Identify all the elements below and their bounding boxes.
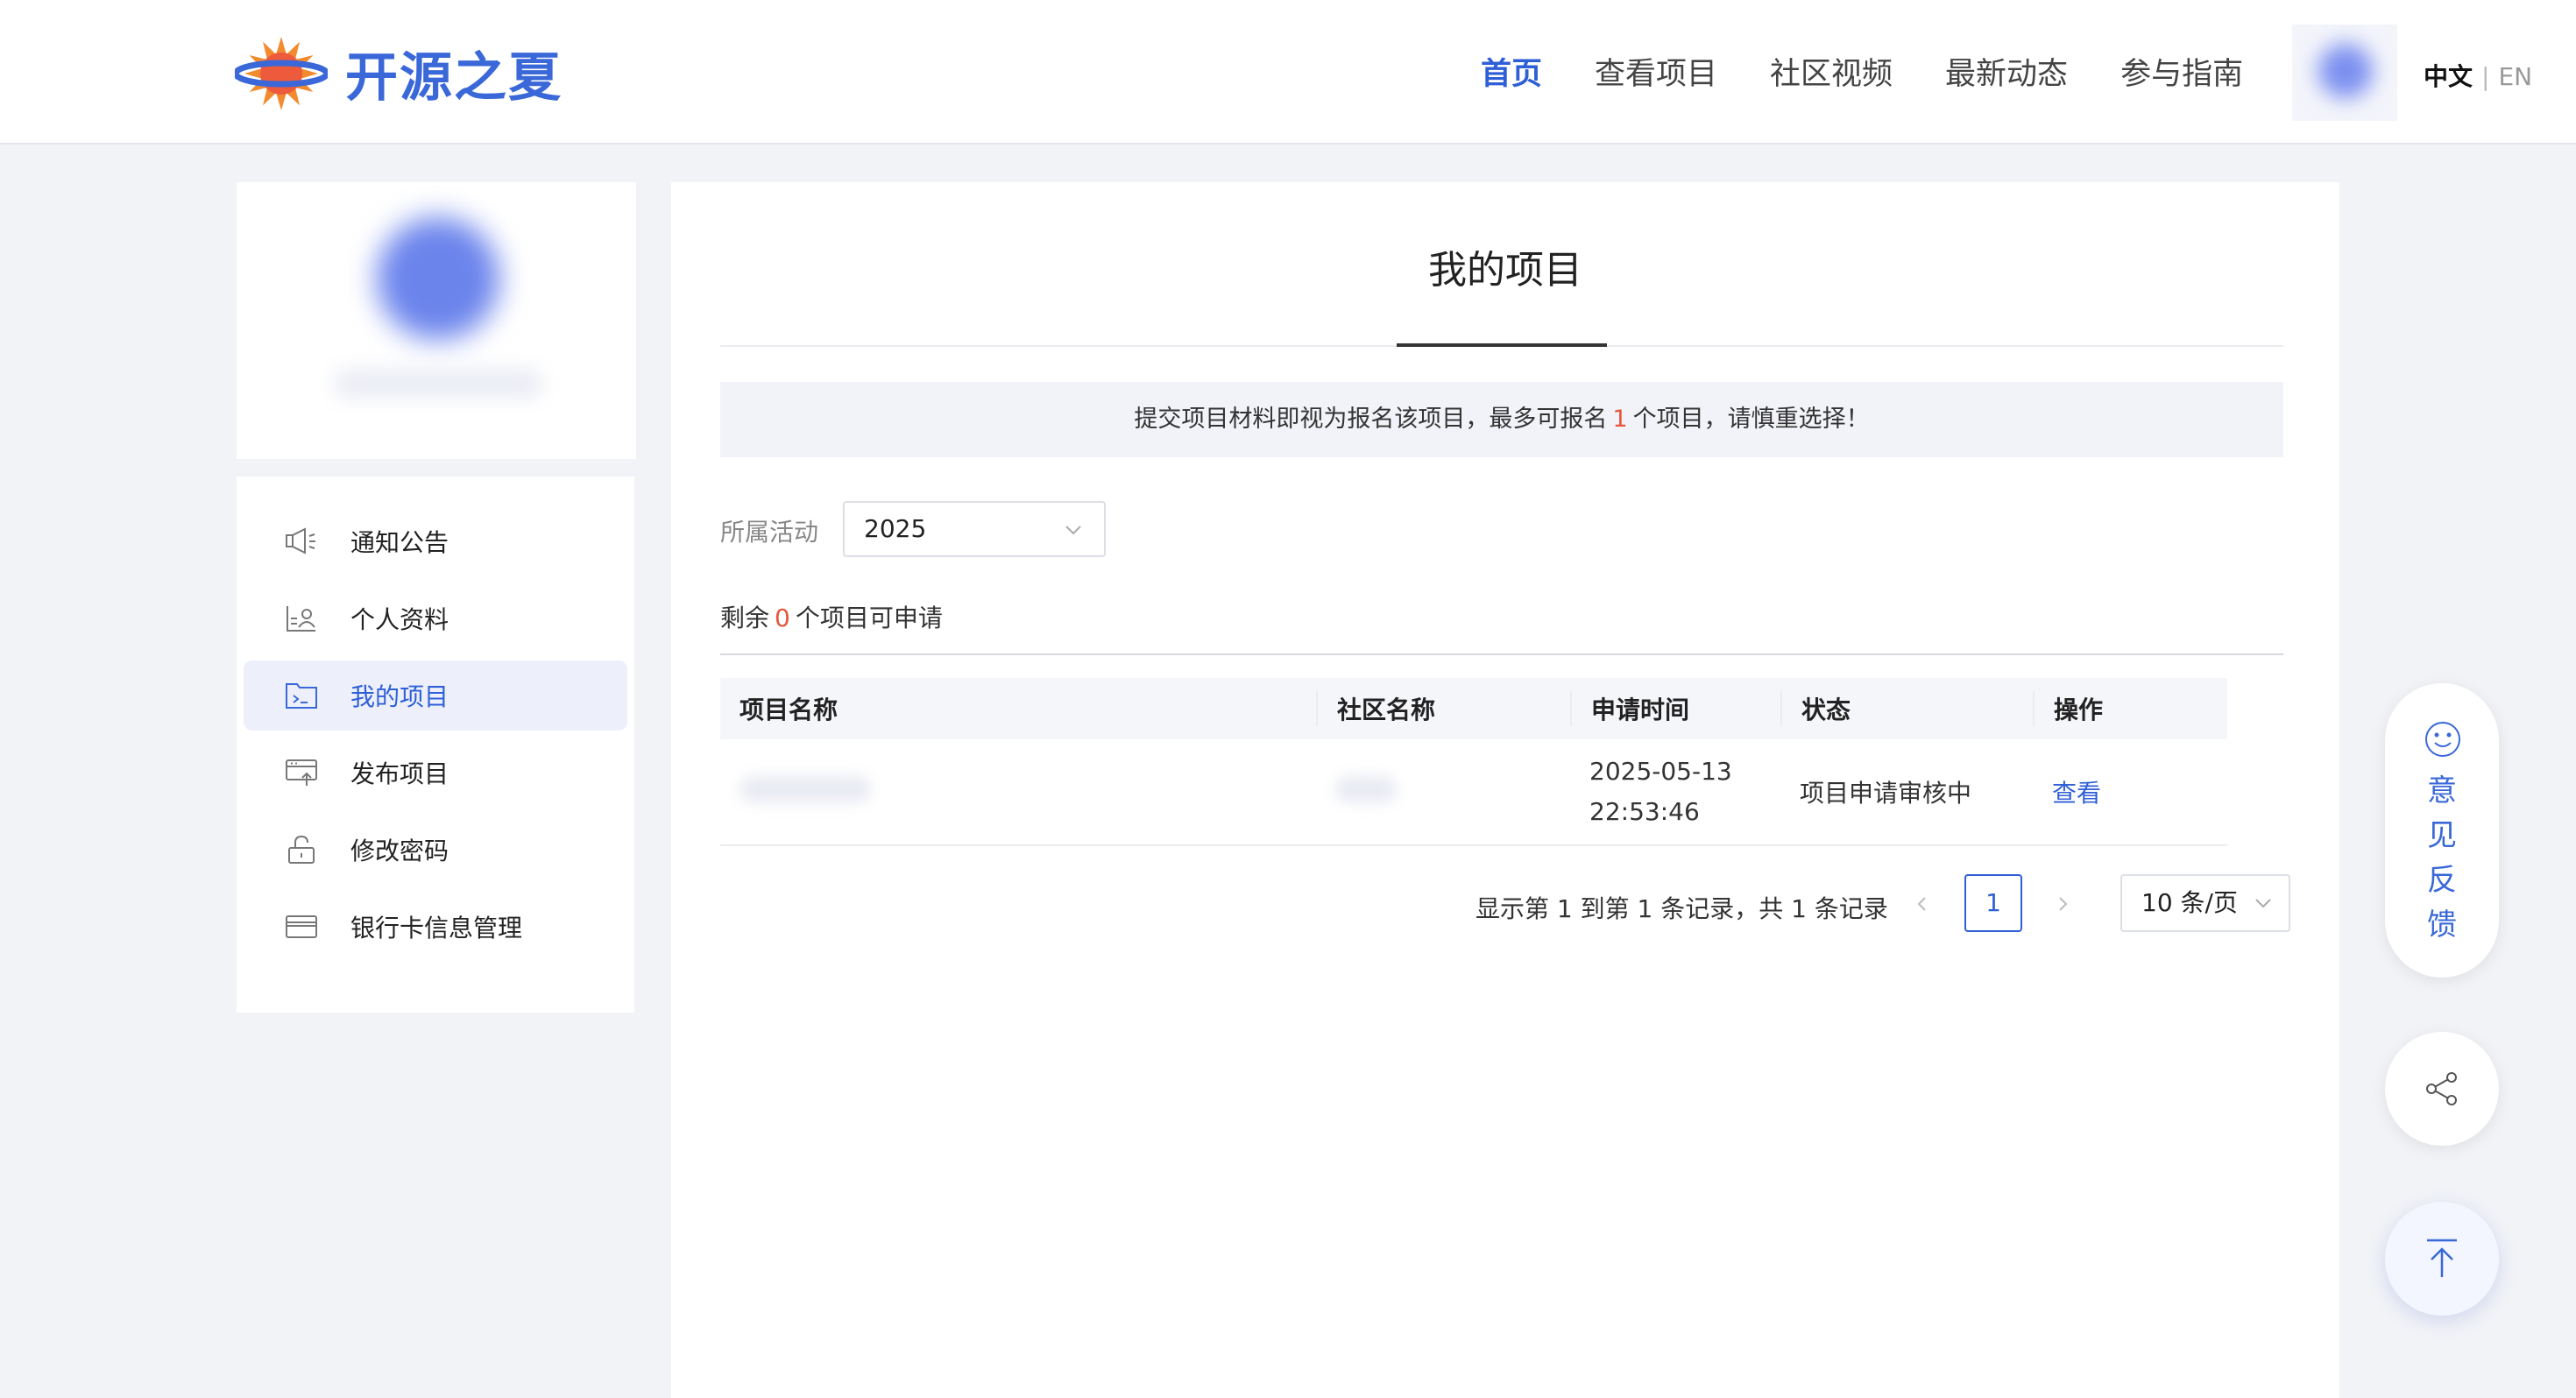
nav-guide[interactable]: 参与指南: [2120, 49, 2243, 94]
notice-text-before: 提交项目材料即视为报名该项目，最多可报名: [1134, 406, 1608, 433]
col-project-name: 项目名称: [740, 695, 839, 724]
lang-en[interactable]: EN: [2498, 62, 2532, 91]
lang-zh[interactable]: 中文: [2424, 62, 2473, 91]
top-header: 开源之夏 首页 查看项目 社区视频 最新动态 参与指南 中文 | EN: [0, 0, 2576, 145]
nav-home[interactable]: 首页: [1481, 49, 1542, 94]
view-project-link[interactable]: 查看: [2052, 779, 2101, 808]
activity-filter-label: 所属活动: [720, 518, 819, 547]
pagination: 显示第 1 到第 1 条记录，共 1 条记录 1 10 条/页: [671, 874, 2339, 934]
back-to-top-button[interactable]: [2385, 1202, 2499, 1316]
nav-projects[interactable]: 查看项目: [1595, 49, 1717, 94]
sidebar-menu: 通知公告 个人资料 我的项目 发布项目 修改密码 银行卡信息管理: [237, 477, 634, 1013]
sidebar-item-publish[interactable]: 发布项目: [244, 738, 627, 808]
apply-clock: 22:53:46: [1589, 797, 1700, 826]
sidebar-item-profile[interactable]: 个人资料: [244, 583, 627, 653]
col-community-name: 社区名称: [1316, 691, 1570, 726]
profile-card-icon: [287, 606, 315, 632]
remain-text-after: 个项目可申请: [795, 604, 943, 632]
cell-status: 项目申请审核中: [1800, 779, 1972, 808]
bank-card-icon: [286, 915, 317, 938]
page-title: 我的项目: [1428, 248, 1582, 293]
page-1-button[interactable]: 1: [1964, 874, 2022, 932]
notice-count: 1: [1612, 406, 1628, 433]
sidebar-item-my-projects[interactable]: 我的项目: [244, 660, 627, 731]
nav-videos[interactable]: 社区视频: [1770, 49, 1893, 94]
chevron-right-icon[interactable]: [2052, 893, 2073, 914]
arrow-up-icon: [2427, 1239, 2457, 1277]
notice-text-after: 个项目，请慎重选择！: [1632, 406, 1870, 433]
activity-year-select[interactable]: 2025: [843, 501, 1106, 557]
feedback-button[interactable]: 意 见 反 馈: [2385, 683, 2499, 978]
page-size-value: 10 条/页: [2141, 888, 2238, 917]
cell-project-name-redacted: [720, 775, 1316, 808]
apply-date: 2025-05-13: [1589, 757, 1732, 786]
cell-community-name-redacted: [1316, 775, 1570, 808]
lock-icon: [288, 835, 315, 864]
title-underline: [1397, 343, 1607, 347]
nav-news[interactable]: 最新动态: [1945, 49, 2068, 94]
sun-logo-icon: [232, 33, 330, 112]
sidebar-item-notices[interactable]: 通知公告: [244, 506, 627, 576]
folder-terminal-icon: [286, 683, 317, 709]
chevron-left-icon[interactable]: [1912, 893, 1933, 914]
sidebar-item-change-password[interactable]: 修改密码: [244, 815, 627, 885]
share-button[interactable]: [2385, 1032, 2499, 1146]
chevron-down-icon: [1065, 526, 1081, 535]
main-panel: 我的项目 提交项目材料即视为报名该项目，最多可报名 1 个项目，请慎重选择！ 所属活…: [671, 182, 2339, 1398]
main-nav: 首页 查看项目 社区视频 最新动态 参与指南: [1481, 49, 2296, 94]
site-logo[interactable]: 开源之夏: [232, 33, 563, 112]
sidebar-item-label: 通知公告: [350, 528, 449, 557]
language-switcher: 中文 | EN: [2424, 58, 2532, 93]
remain-text-before: 剩余: [720, 604, 770, 632]
remain-count: 0: [775, 604, 790, 632]
remaining-quota: 剩余 0 个项目可申请: [720, 599, 943, 634]
profile-name-redacted: [333, 368, 543, 399]
sidebar-item-label: 银行卡信息管理: [350, 914, 523, 943]
smiley-icon: [2425, 722, 2460, 757]
col-status: 状态: [1780, 691, 2033, 726]
sidebar-item-label: 个人资料: [350, 605, 449, 634]
notice-banner: 提交项目材料即视为报名该项目，最多可报名 1 个项目，请慎重选择！: [720, 382, 2283, 457]
sidebar-item-label: 修改密码: [350, 837, 449, 865]
feedback-label: 意 见 反 馈: [2427, 773, 2457, 943]
activity-year-value: 2025: [864, 514, 927, 543]
lang-separator: |: [2481, 62, 2490, 91]
profile-card: [237, 182, 636, 459]
cell-actions: 查看: [2033, 774, 2227, 809]
cell-apply-time: 2025-05-13 22:53:46: [1570, 752, 1780, 832]
col-actions: 操作: [2033, 691, 2227, 726]
megaphone-icon: [286, 527, 315, 554]
publish-icon: [286, 759, 317, 786]
logo-text: 开源之夏: [345, 46, 563, 109]
sidebar-item-label: 我的项目: [350, 682, 449, 711]
pagination-info: 显示第 1 到第 1 条记录，共 1 条记录: [1476, 894, 1888, 923]
section-divider: [720, 653, 2283, 655]
sidebar-item-label: 发布项目: [350, 759, 449, 788]
table-header: 项目名称 社区名称 申请时间 状态 操作: [720, 678, 2227, 739]
profile-avatar: [377, 217, 499, 340]
chevron-down-icon: [2255, 899, 2271, 908]
user-avatar[interactable]: [2292, 25, 2397, 121]
share-icon: [2426, 1072, 2457, 1105]
projects-table: 项目名称 社区名称 申请时间 状态 操作 2025-05-13 22:53:46…: [720, 678, 2227, 846]
table-row: 2025-05-13 22:53:46 项目申请审核中 查看: [720, 739, 2227, 846]
col-apply-time: 申请时间: [1570, 691, 1780, 726]
page-size-select[interactable]: 10 条/页: [2120, 874, 2290, 932]
sidebar-item-bank-card[interactable]: 银行卡信息管理: [244, 892, 627, 962]
